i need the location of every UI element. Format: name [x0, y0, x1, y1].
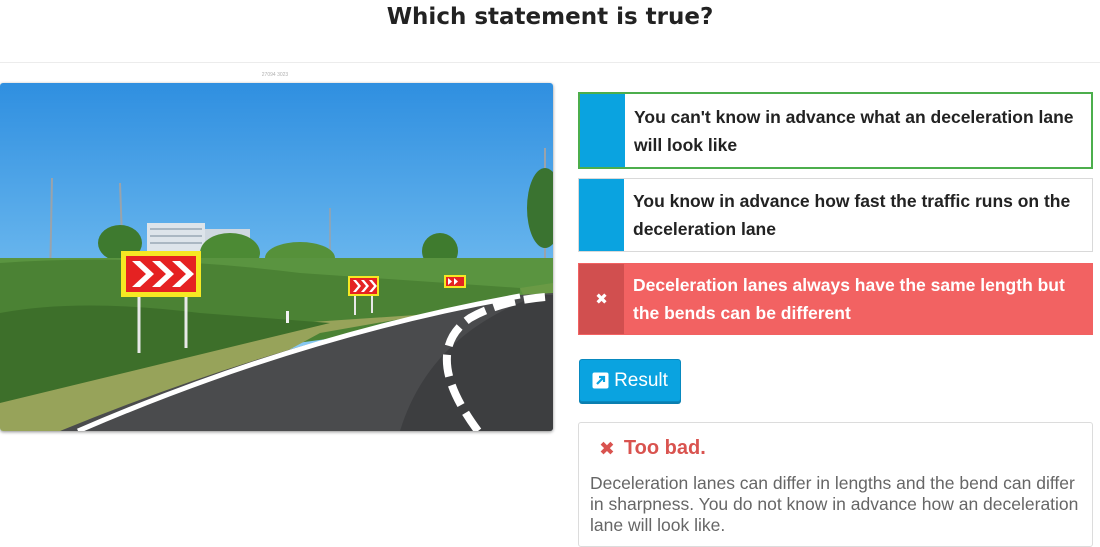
answer-marker: [580, 94, 625, 167]
feedback-panel: ✖ Too bad. Deceleration lanes can differ…: [578, 422, 1093, 547]
answer-option-2[interactable]: You know in advance how fast the traffic…: [578, 178, 1093, 252]
cross-icon: ✖: [595, 290, 608, 308]
result-button-label: Result: [614, 369, 668, 391]
answer-text: You can't know in advance what an decele…: [634, 106, 1074, 155]
result-button[interactable]: Result: [579, 359, 681, 402]
divider: [0, 62, 1100, 63]
answer-text: Deceleration lanes always have the same …: [633, 275, 1065, 323]
road-scene-image: [0, 83, 553, 431]
image-caption: 27094 3023: [261, 72, 289, 78]
answer-option-3[interactable]: ✖ Deceleration lanes always have the sam…: [578, 263, 1093, 335]
answer-option-1[interactable]: You can't know in advance what an decele…: [578, 92, 1093, 169]
answer-marker: [579, 179, 624, 251]
question-title: Which statement is true?: [386, 4, 714, 30]
feedback-explanation: Deceleration lanes can differ in lengths…: [590, 473, 1079, 535]
external-link-icon: [592, 372, 609, 389]
answer-text: You know in advance how fast the traffic…: [633, 191, 1071, 239]
feedback-heading-text: Too bad.: [623, 437, 706, 459]
answer-marker: ✖: [579, 264, 624, 334]
cross-icon: ✖: [599, 437, 615, 460]
feedback-heading: ✖ Too bad.: [599, 437, 706, 460]
